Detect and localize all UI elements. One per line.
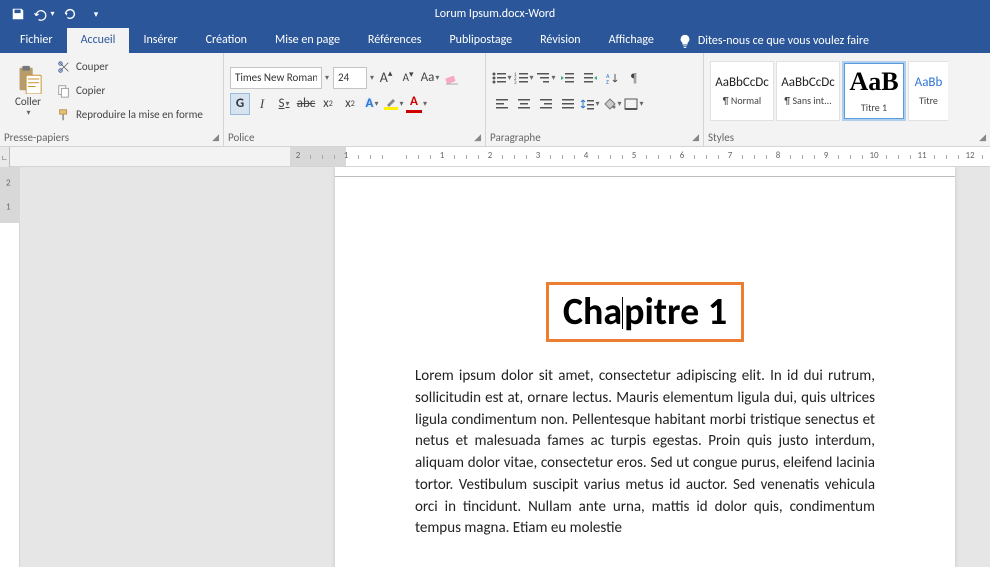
- document-area: 2 1 Chapitre 1 Lorem ipsum dolor sit ame…: [0, 167, 990, 567]
- horizontal-ruler-area: ∟ 21123456789101112: [0, 147, 990, 167]
- sort-button[interactable]: AZ: [602, 67, 622, 89]
- undo-button[interactable]: ▾: [32, 2, 56, 26]
- font-name-dropdown[interactable]: ▾: [325, 73, 329, 83]
- underline-button[interactable]: S▾: [274, 93, 294, 115]
- scissors-icon: [56, 59, 72, 75]
- ribbon: Coller ▾ Couper Copier Reproduire la mis…: [0, 53, 990, 147]
- strike-button[interactable]: abc: [296, 93, 316, 115]
- shading-button[interactable]: ▾: [602, 93, 622, 115]
- style-sans-interligne[interactable]: AaBbCcDc ¶ Sans int...: [776, 61, 840, 121]
- window-title: Lorum Ipsum.docx - Word: [435, 0, 555, 28]
- quick-access-toolbar: ▾ ▾: [0, 2, 114, 26]
- copy-button[interactable]: Copier: [54, 80, 205, 102]
- multilevel-list-icon: [536, 72, 550, 84]
- tab-affichage[interactable]: Affichage: [595, 28, 668, 53]
- redo-button[interactable]: [58, 2, 82, 26]
- indent-icon: [583, 72, 597, 84]
- grow-font-button[interactable]: A▴: [376, 67, 396, 89]
- subscript-button[interactable]: x2: [318, 93, 338, 115]
- qat-customize-button[interactable]: ▾: [84, 2, 108, 26]
- paragraph-dialog-launcher[interactable]: ◢: [692, 132, 699, 143]
- paintbrush-icon: [56, 107, 72, 123]
- document-body-text[interactable]: Lorem ipsum dolor sit amet, consectetur …: [415, 366, 875, 540]
- show-marks-button[interactable]: ¶: [624, 67, 644, 89]
- svg-text:Z: Z: [606, 78, 609, 84]
- title-bar: ▾ ▾ Lorum Ipsum.docx - Word: [0, 0, 990, 28]
- tab-fichier[interactable]: Fichier: [6, 28, 67, 53]
- font-dialog-launcher[interactable]: ◢: [474, 132, 481, 143]
- align-center-icon: [517, 98, 531, 110]
- line-spacing-icon: [580, 98, 594, 110]
- copy-icon: [56, 83, 72, 99]
- change-case-button[interactable]: Aa▾: [420, 67, 440, 89]
- align-left-button[interactable]: [492, 93, 512, 115]
- tab-references[interactable]: Références: [354, 28, 436, 53]
- paste-button[interactable]: Coller ▾: [6, 56, 50, 126]
- bullet-list-icon: [492, 72, 506, 84]
- group-font: ▾ ▾ A▴ A▾ Aa▾ G I S▾ abc x2 x2 A▾ ▾ A▾: [224, 53, 486, 146]
- document-page[interactable]: Chapitre 1 Lorem ipsum dolor sit amet, c…: [335, 167, 955, 567]
- tab-creation[interactable]: Création: [192, 28, 261, 53]
- font-name-input[interactable]: [230, 67, 322, 89]
- tab-selector[interactable]: ∟: [0, 147, 10, 167]
- save-button[interactable]: [6, 2, 30, 26]
- decrease-indent-button[interactable]: [558, 67, 578, 89]
- ribbon-tab-strip: Fichier Accueil Insérer Création Mise en…: [0, 28, 990, 53]
- styles-dialog-launcher[interactable]: ◢: [979, 132, 986, 143]
- bullets-button[interactable]: ▾: [492, 67, 512, 89]
- horizontal-ruler[interactable]: 21123456789101112: [10, 147, 990, 166]
- align-left-icon: [495, 98, 509, 110]
- clipboard-dialog-launcher[interactable]: ◢: [212, 132, 219, 143]
- group-styles: AaBbCcDc ¶ Normal AaBbCcDc ¶ Sans int...…: [704, 53, 990, 146]
- cut-button[interactable]: Couper: [54, 56, 205, 78]
- eraser-icon: [444, 70, 460, 86]
- vertical-ruler[interactable]: 2 1: [0, 167, 20, 567]
- bucket-icon: [602, 98, 616, 110]
- style-normal[interactable]: AaBbCcDc ¶ Normal: [710, 61, 774, 121]
- tab-accueil[interactable]: Accueil: [67, 28, 130, 53]
- justify-button[interactable]: [558, 93, 578, 115]
- document-name: Lorum Ipsum.docx: [435, 7, 525, 21]
- svg-text:3: 3: [514, 80, 517, 84]
- justify-icon: [561, 98, 575, 110]
- align-right-icon: [539, 98, 553, 110]
- outdent-icon: [561, 72, 575, 84]
- borders-icon: [624, 98, 638, 110]
- multilevel-list-button[interactable]: ▾: [536, 67, 556, 89]
- app-name: Word: [528, 7, 555, 21]
- tab-mise-en-page[interactable]: Mise en page: [261, 28, 354, 53]
- font-size-input[interactable]: [333, 67, 367, 89]
- style-titre-1[interactable]: AaB Titre 1: [842, 61, 906, 121]
- highlighter-icon: [385, 97, 397, 107]
- bold-button[interactable]: G: [230, 93, 250, 115]
- shrink-font-button[interactable]: A▾: [398, 67, 418, 89]
- align-right-button[interactable]: [536, 93, 556, 115]
- font-size-dropdown[interactable]: ▾: [370, 73, 374, 83]
- lightbulb-icon: [678, 34, 692, 48]
- tell-me-box[interactable]: Dites-nous ce que vous voulez faire: [668, 28, 879, 53]
- text-cursor: [622, 297, 623, 329]
- tab-publipostage[interactable]: Publipostage: [435, 28, 526, 53]
- clipboard-icon: [13, 64, 43, 94]
- number-list-icon: 123: [514, 72, 528, 84]
- tab-revision[interactable]: Révision: [526, 28, 594, 53]
- document-heading[interactable]: Chapitre 1: [546, 282, 744, 342]
- style-titre[interactable]: AaBb Titre: [908, 61, 948, 121]
- sort-icon: AZ: [606, 72, 618, 84]
- font-color-button[interactable]: A▾: [406, 93, 427, 115]
- group-paragraph: ▾ 123▾ ▾ AZ ¶ ▾ ▾ ▾ Paragraphe◢: [486, 53, 704, 146]
- tab-inserer[interactable]: Insérer: [129, 28, 191, 53]
- italic-button[interactable]: I: [252, 93, 272, 115]
- highlight-button[interactable]: ▾: [384, 93, 404, 115]
- align-center-button[interactable]: [514, 93, 534, 115]
- increase-indent-button[interactable]: [580, 67, 600, 89]
- superscript-button[interactable]: x2: [340, 93, 360, 115]
- text-effects-button[interactable]: A▾: [362, 93, 382, 115]
- format-painter-button[interactable]: Reproduire la mise en forme: [54, 104, 205, 126]
- group-clipboard: Coller ▾ Couper Copier Reproduire la mis…: [0, 53, 224, 146]
- line-spacing-button[interactable]: ▾: [580, 93, 600, 115]
- borders-button[interactable]: ▾: [624, 93, 644, 115]
- clear-formatting-button[interactable]: [442, 67, 462, 89]
- numbering-button[interactable]: 123▾: [514, 67, 534, 89]
